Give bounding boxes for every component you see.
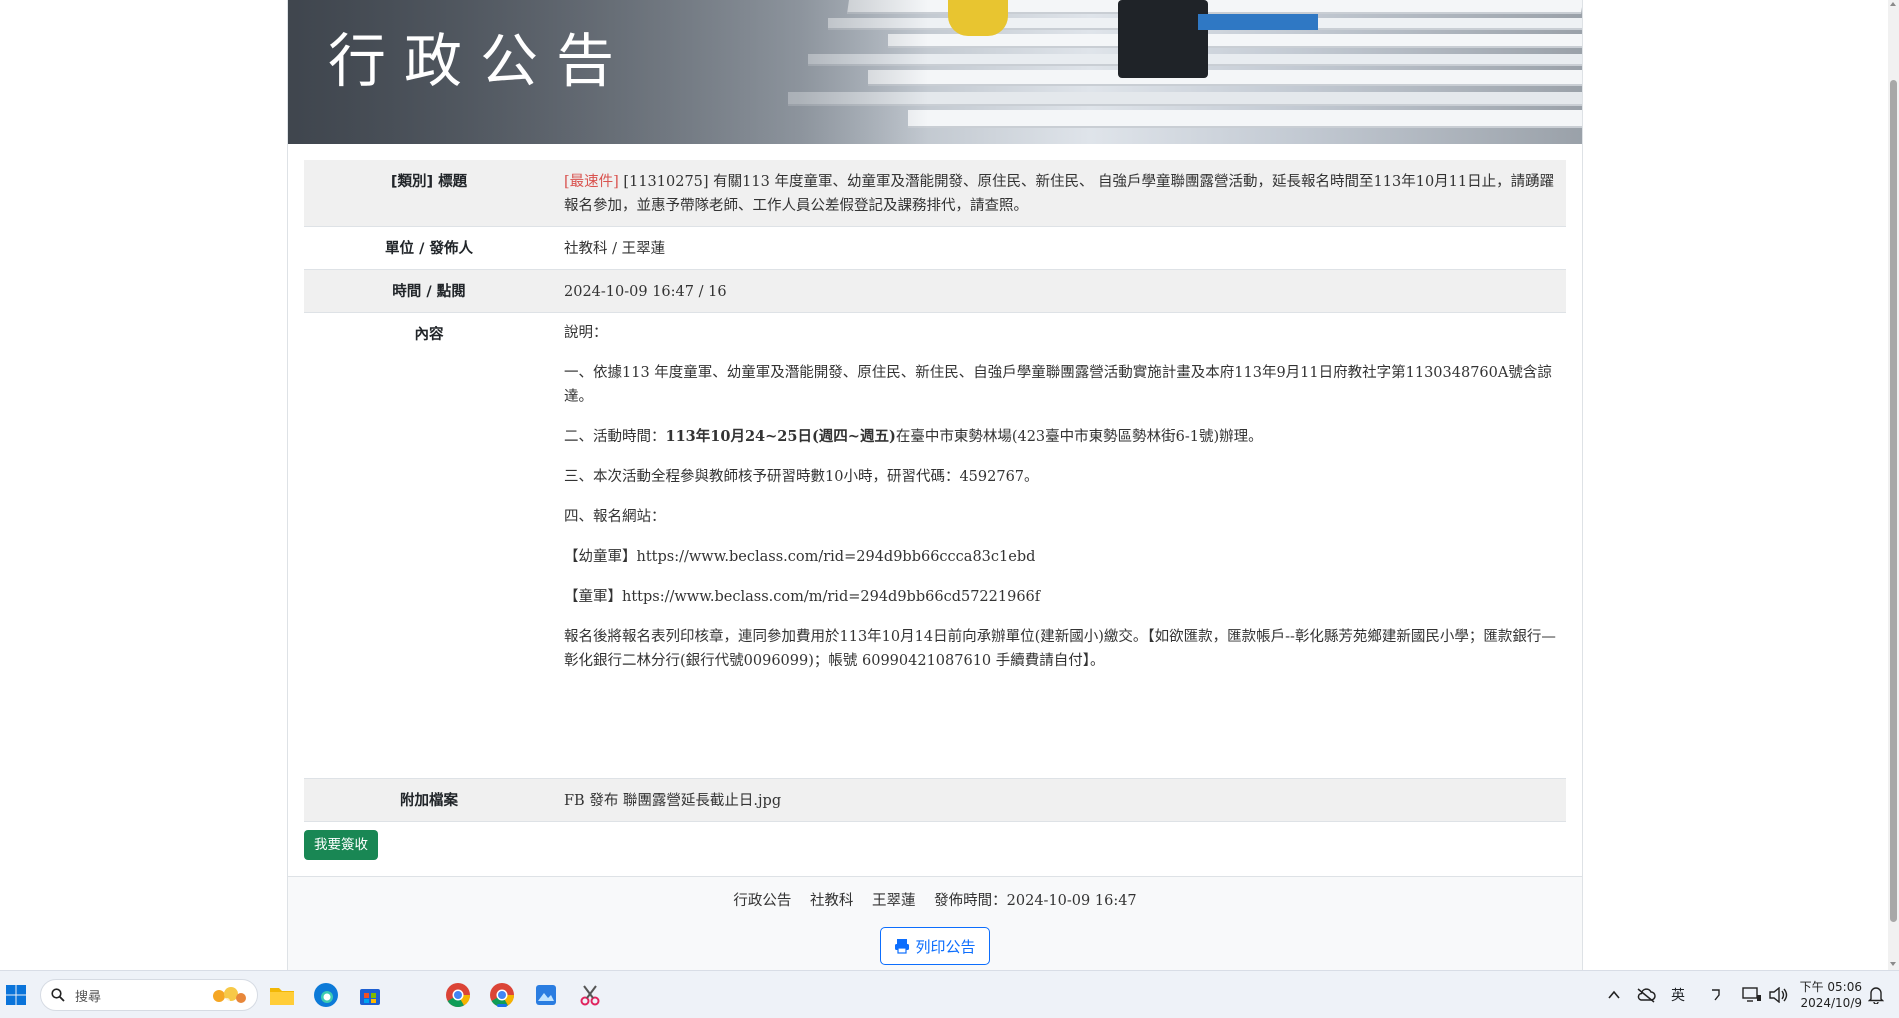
page-scrollbar[interactable] xyxy=(1888,0,1899,970)
search-placeholder: 搜尋 xyxy=(75,989,102,1005)
chevron-up-icon xyxy=(1608,990,1620,999)
content-body: 說明： 一、依據113 年度童軍、幼童軍及潛能開發、原住民、新住民、自強戶學童聯… xyxy=(554,313,1566,778)
announcement-detail-table: [類別] 標題 [最速件] [11310275] 有關113 年度童軍、幼童軍及… xyxy=(304,160,1566,822)
print-button-label: 列印公告 xyxy=(915,938,976,956)
edge-icon xyxy=(314,983,338,1007)
time-row: 時間 / 點閱 2024-10-09 16:47 / 16 xyxy=(304,270,1566,313)
photos-icon xyxy=(536,985,556,1005)
edge-button[interactable] xyxy=(312,981,340,1009)
start-button[interactable] xyxy=(2,981,30,1009)
chrome-button[interactable] xyxy=(444,981,472,1009)
unit-value: 社教科 / 王翠蓮 xyxy=(564,241,666,257)
banner: 行政公告 xyxy=(288,0,1582,144)
print-button[interactable]: 列印公告 xyxy=(880,927,990,965)
scroll-down-icon[interactable] xyxy=(1890,962,1896,966)
content-paragraph: 一、依據113 年度童軍、幼童軍及潛能開發、原住民、新住民、自強戶學童聯團露營活… xyxy=(564,365,1552,405)
title-value: [最速件] [11310275] 有關113 年度童軍、幼童軍及潛能開發、原住民… xyxy=(554,160,1566,226)
cloud-off-icon xyxy=(1637,988,1656,1003)
footer-published-time: 發佈時間：2024-10-09 16:47 xyxy=(934,893,1137,909)
footer-publisher: 王翠蓮 xyxy=(872,893,916,909)
speaker-icon xyxy=(1769,987,1788,1003)
footer: 行政公告 社教科 王翠蓮 發佈時間：2024-10-09 16:47 列印公告 xyxy=(288,876,1582,970)
bell-icon xyxy=(1868,987,1884,1004)
scissors-icon xyxy=(580,985,600,1006)
monitor-network-icon xyxy=(1742,987,1761,1002)
chrome-active-button[interactable] xyxy=(488,981,516,1009)
footer-unit: 社教科 xyxy=(809,893,854,909)
scrollbar-thumb[interactable] xyxy=(1890,80,1897,922)
volume-button[interactable] xyxy=(1764,981,1792,1009)
ime-mode-button[interactable] xyxy=(1702,981,1730,1009)
chrome-icon xyxy=(446,983,470,1008)
folder-icon xyxy=(270,988,294,1005)
file-explorer-button[interactable] xyxy=(268,981,296,1009)
browser-viewport: 行政公告 [類別] 標題 [最速件] [11310275] 有關113 年度童軍… xyxy=(0,0,1888,970)
announcement-page: 行政公告 [類別] 標題 [最速件] [11310275] 有關113 年度童軍… xyxy=(287,0,1583,970)
content-paragraph: 報名後將報名表列印核章，連同參加費用於113年10月14日前向承辦單位(建新國小… xyxy=(564,629,1556,669)
ime-mode-icon xyxy=(1712,989,1720,1001)
search-highlight-icon xyxy=(213,987,246,1004)
footer-meta: 行政公告 社教科 王翠蓮 發佈時間：2024-10-09 16:47 xyxy=(288,889,1582,910)
title-label: [類別] 標題 xyxy=(390,174,468,190)
onedrive-button[interactable] xyxy=(1632,981,1660,1009)
title-row: [類別] 標題 [最速件] [11310275] 有關113 年度童軍、幼童軍及… xyxy=(304,160,1566,227)
taskbar-clock[interactable]: 下午 05:06 2024/10/9 xyxy=(1798,979,1862,1011)
attachment-row: 附加檔案 FB 發布 聯團露營延長截止日.jpg xyxy=(304,779,1566,822)
unit-row: 單位 / 發佈人 社教科 / 王翠蓮 xyxy=(304,227,1566,270)
store-button[interactable] xyxy=(356,981,384,1009)
search-icon xyxy=(51,988,65,1002)
attachment-file-link[interactable]: FB 發布 聯團露營延長截止日.jpg xyxy=(554,779,1566,821)
scroll-up-icon[interactable] xyxy=(1890,2,1896,6)
printer-icon xyxy=(895,939,910,954)
clock-date: 2024/10/9 xyxy=(1800,996,1862,1010)
announcement-title: [11310275] 有關113 年度童軍、幼童軍及潛能開發、原住民、新住民、 … xyxy=(564,174,1555,214)
notifications-button[interactable] xyxy=(1862,981,1890,1009)
binder-clip-blue xyxy=(1198,14,1318,30)
clock-time: 下午 05:06 xyxy=(1799,980,1862,994)
taskbar: 搜尋 英 下午 05:06 2024/10/9 xyxy=(0,970,1899,1018)
windows-icon xyxy=(6,985,26,1005)
content-paragraph: 四、報名網站： xyxy=(564,509,666,525)
unit-label: 單位 / 發佈人 xyxy=(385,241,473,257)
registration-link-cub: 【幼童軍】https://www.beclass.com/rid=294d9bb… xyxy=(564,549,1036,565)
sign-receipt-button[interactable]: 我要簽收 xyxy=(304,830,378,860)
footer-category: 行政公告 xyxy=(733,893,792,909)
content-paragraph: 三、本次活動全程參與教師核予研習時數10小時，研習代碼：4592767。 xyxy=(564,469,1039,485)
ime-language-button[interactable]: 英 xyxy=(1664,981,1692,1009)
binder-clip-yellow xyxy=(948,0,1008,36)
time-label: 時間 / 點閱 xyxy=(392,284,466,300)
photos-button[interactable] xyxy=(532,981,560,1009)
show-hidden-icons-button[interactable] xyxy=(1600,981,1628,1009)
attachment-label: 附加檔案 xyxy=(400,793,458,809)
network-button[interactable] xyxy=(1738,981,1766,1009)
registration-link-scout: 【童軍】https://www.beclass.com/m/rid=294d9b… xyxy=(564,589,1041,605)
taskbar-search[interactable]: 搜尋 xyxy=(40,979,258,1011)
banner-title: 行政公告 xyxy=(328,27,633,95)
content-intro: 說明： xyxy=(564,325,608,341)
content-row: 內容 說明： 一、依據113 年度童軍、幼童軍及潛能開發、原住民、新住民、自強戶… xyxy=(304,313,1566,779)
category-tag: [最速件] xyxy=(564,174,619,190)
snipping-tool-button[interactable] xyxy=(576,981,604,1009)
store-icon xyxy=(360,989,380,1005)
content-label: 內容 xyxy=(414,327,444,343)
time-value: 2024-10-09 16:47 / 16 xyxy=(564,284,727,300)
binder-clip-black xyxy=(1118,0,1208,78)
content-paragraph: 二、活動時間：113年10月24~25日(週四~週五)在臺中市東勢林場(423臺… xyxy=(564,428,1263,445)
